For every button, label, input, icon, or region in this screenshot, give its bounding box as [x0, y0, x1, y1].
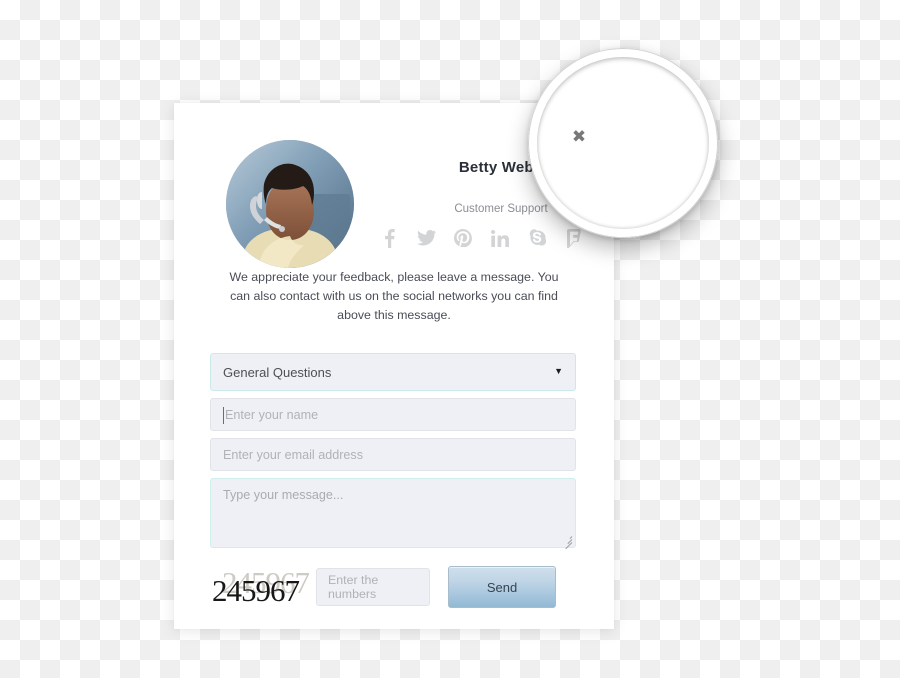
name-input-placeholder: Enter your name: [225, 407, 319, 422]
captcha-row: 245967 245967 Enter the numbers Send: [210, 565, 578, 608]
message-textarea-placeholder: Type your message...: [223, 488, 344, 502]
resize-grip-icon[interactable]: [562, 534, 573, 550]
send-button[interactable]: Send: [448, 566, 556, 608]
magnifier-loupe: ✖: [528, 48, 718, 238]
intro-text: We appreciate your feedback, please leav…: [229, 270, 559, 322]
captcha-input[interactable]: Enter the numbers: [316, 568, 430, 606]
close-icon: ✖: [571, 126, 587, 147]
name-input[interactable]: Enter your name: [210, 398, 576, 431]
text-caret: [223, 407, 224, 424]
subject-select-value: General Questions: [223, 364, 332, 380]
chevron-down-icon: ▼: [554, 366, 563, 376]
close-button[interactable]: ✖: [568, 126, 590, 148]
pinterest-icon[interactable]: [453, 227, 473, 249]
facebook-icon[interactable]: [379, 227, 399, 249]
linkedin-icon[interactable]: [490, 227, 510, 249]
message-textarea[interactable]: Type your message...: [210, 478, 576, 550]
twitter-icon[interactable]: [416, 227, 436, 249]
captcha-input-placeholder: Enter the numbers: [328, 573, 379, 601]
send-button-label: Send: [486, 579, 518, 595]
email-input[interactable]: Enter your email address: [210, 438, 576, 471]
foursquare-icon[interactable]: [564, 227, 584, 249]
contact-form: General Questions ▼ Enter your name Ente…: [174, 353, 614, 608]
skype-icon[interactable]: [527, 227, 547, 249]
avatar: [226, 140, 354, 268]
captcha-image: 245967 245967: [210, 565, 314, 608]
email-input-placeholder: Enter your email address: [223, 447, 363, 462]
subject-select[interactable]: General Questions ▼: [210, 353, 576, 391]
captcha-code: 245967: [212, 573, 300, 608]
